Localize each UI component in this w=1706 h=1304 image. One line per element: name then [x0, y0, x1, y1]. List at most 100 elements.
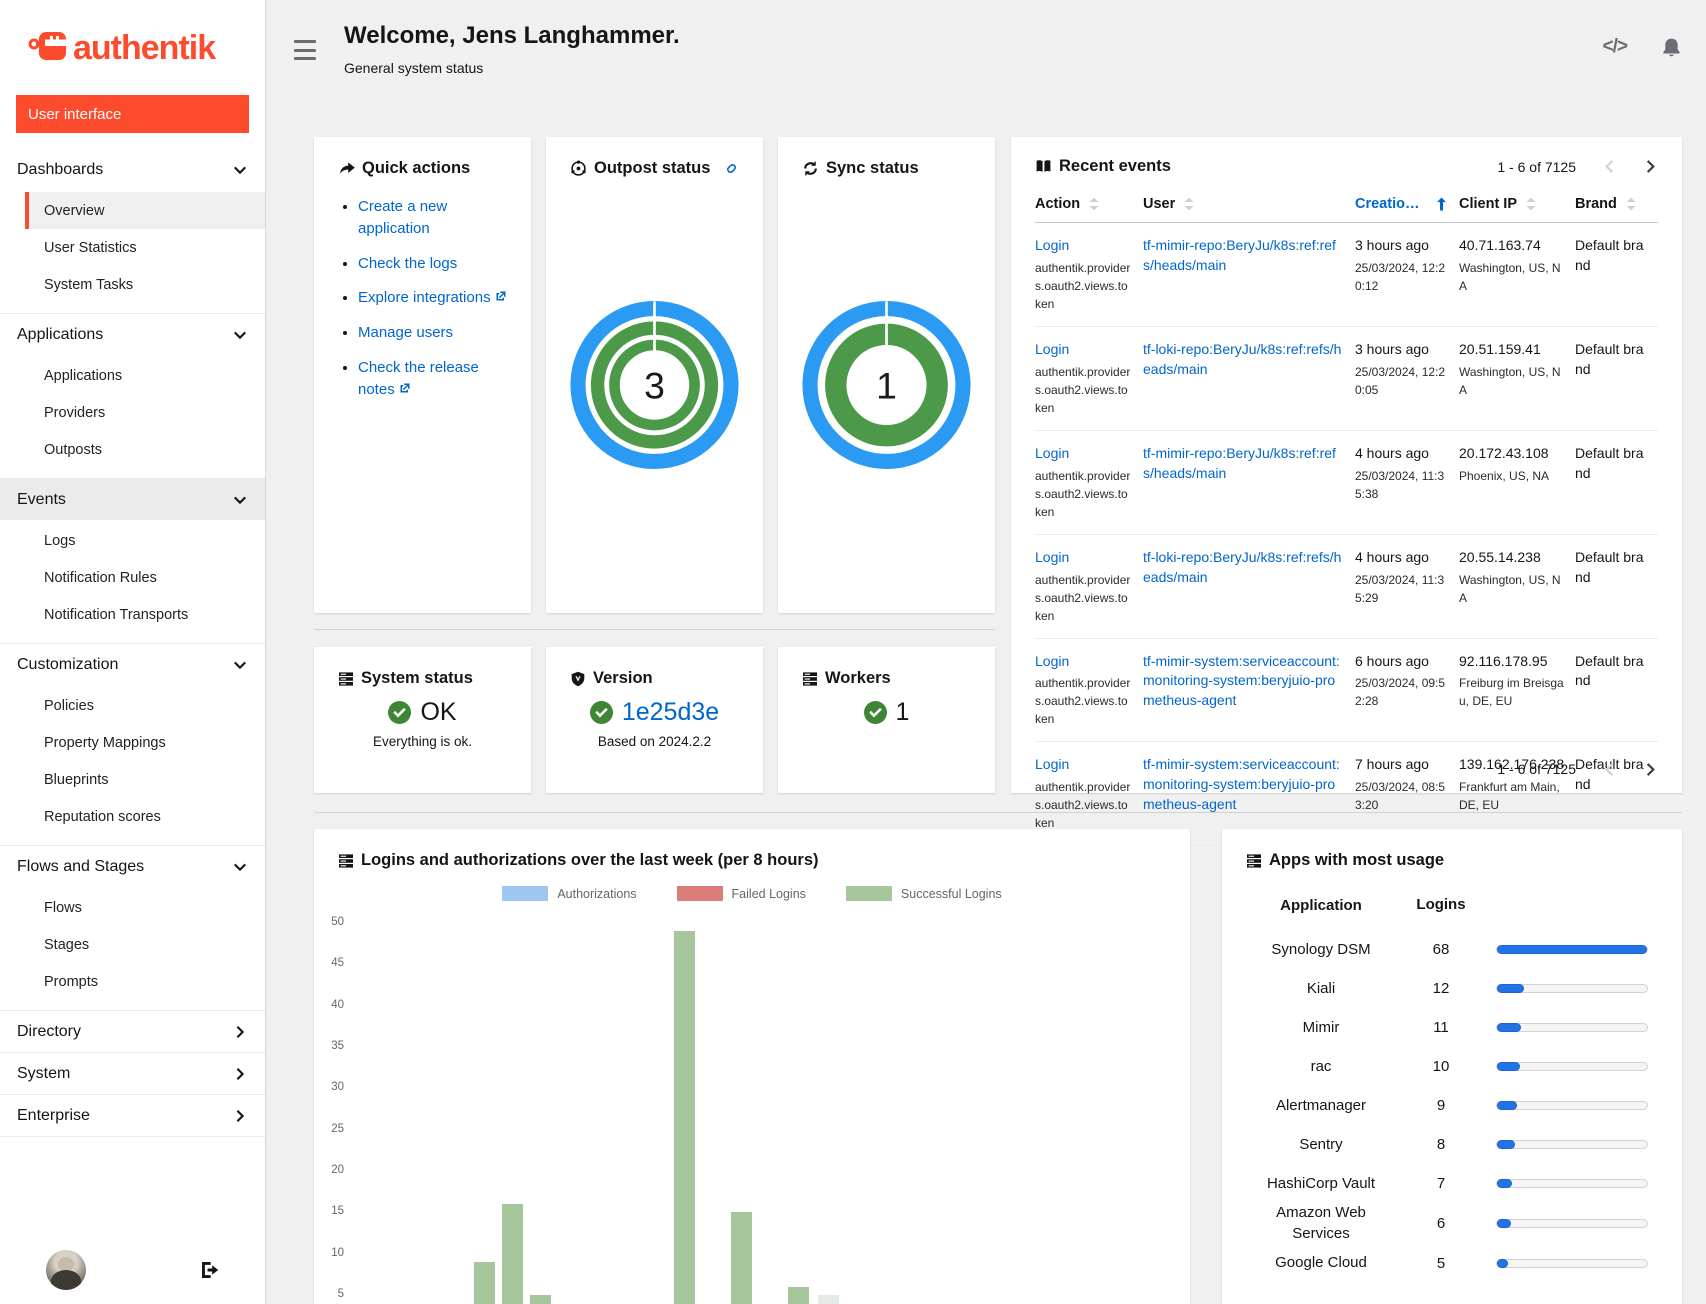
- app-usage-bar: [1486, 1179, 1658, 1188]
- legend-label: Failed Logins: [732, 887, 806, 901]
- event-timestamp: 25/03/2024, 12:20:05: [1355, 363, 1449, 399]
- sidebar-section-header[interactable]: Directory: [0, 1011, 265, 1052]
- events-column-brand[interactable]: Brand: [1575, 182, 1658, 222]
- sync-count: 1: [876, 364, 897, 406]
- column-label: User: [1143, 196, 1175, 212]
- sidebar-section-header[interactable]: Flows and Stages: [0, 846, 265, 887]
- events-column-user[interactable]: User: [1143, 182, 1355, 222]
- event-brand: Default brand: [1575, 237, 1643, 273]
- outpost-link-icon[interactable]: [724, 161, 739, 176]
- event-action-link[interactable]: Login: [1035, 444, 1133, 464]
- bar-successful-logins: [731, 1212, 752, 1304]
- page-header: Welcome, Jens Langhammer. General system…: [344, 22, 680, 76]
- event-user-link[interactable]: tf-mimir-system:serviceaccount:monitorin…: [1143, 756, 1340, 812]
- check-circle-icon: [864, 701, 887, 724]
- user-avatar[interactable]: [46, 1250, 86, 1290]
- event-user-link[interactable]: tf-loki-repo:BeryJu/k8s:ref:refs/heads/m…: [1143, 341, 1341, 377]
- chart-plot-area: [344, 923, 1176, 1304]
- sidebar-item-logs[interactable]: Logs: [0, 522, 265, 559]
- event-user-link[interactable]: tf-mimir-repo:BeryJu/k8s:ref:refs/heads/…: [1143, 237, 1336, 273]
- column-label: Brand: [1575, 196, 1617, 212]
- sidebar-item-notification-rules[interactable]: Notification Rules: [0, 559, 265, 596]
- sidebar-item-notification-transports[interactable]: Notification Transports: [0, 596, 265, 633]
- column-label: Client IP: [1459, 196, 1517, 212]
- sidebar-section-header[interactable]: Dashboards: [0, 149, 265, 190]
- sidebar-item-user-statistics[interactable]: User Statistics: [0, 229, 265, 266]
- app-usage-bar: [1486, 1219, 1658, 1228]
- progress-track: [1496, 1179, 1648, 1188]
- sidebar-section-header[interactable]: System: [0, 1053, 265, 1094]
- api-code-icon[interactable]: </>: [1603, 36, 1627, 58]
- sidebar-section-items: PoliciesProperty MappingsBlueprintsReput…: [0, 685, 265, 845]
- app-usage-row: HashiCorp Vault7: [1246, 1164, 1658, 1203]
- sidebar-item-system-tasks[interactable]: System Tasks: [0, 266, 265, 303]
- authentik-wordmark: authentik: [73, 29, 215, 68]
- outpost-status-title: Outpost status: [594, 159, 710, 178]
- event-user-link[interactable]: tf-mimir-repo:BeryJu/k8s:ref:refs/heads/…: [1143, 445, 1336, 481]
- bar-successful-logins: [788, 1287, 809, 1304]
- app-login-count: 5: [1396, 1255, 1486, 1272]
- pagination-prev-icon[interactable]: [1602, 762, 1617, 777]
- sidebar-section-dashboards: DashboardsOverviewUser StatisticsSystem …: [0, 149, 265, 313]
- sidebar-item-flows[interactable]: Flows: [0, 889, 265, 926]
- events-column-creation-date[interactable]: Creation Date: [1355, 182, 1459, 222]
- event-action-link[interactable]: Login: [1035, 236, 1133, 256]
- sidebar-item-overview[interactable]: Overview: [25, 192, 265, 229]
- quick-action-link[interactable]: Check the logs: [358, 255, 457, 272]
- quick-actions-title: Quick actions: [362, 159, 470, 178]
- quick-action-link[interactable]: Create a new application: [358, 198, 447, 237]
- legend-item: Authorizations: [502, 886, 636, 901]
- event-action-cell: Loginauthentik.providers.oauth2.views.to…: [1035, 639, 1143, 742]
- sidebar-item-prompts[interactable]: Prompts: [0, 963, 265, 1000]
- event-creation-cell: 3 hours ago25/03/2024, 12:20:05: [1355, 327, 1459, 430]
- event-action-link[interactable]: Login: [1035, 652, 1133, 672]
- pagination-range-label: 1 - 6 of 7125: [1497, 761, 1576, 777]
- pagination-prev-icon[interactable]: [1602, 159, 1617, 174]
- event-user-link[interactable]: tf-loki-repo:BeryJu/k8s:ref:refs/heads/m…: [1143, 549, 1341, 585]
- sidebar-item-stages[interactable]: Stages: [0, 926, 265, 963]
- event-user-cell: tf-loki-repo:BeryJu/k8s:ref:refs/heads/m…: [1143, 327, 1355, 430]
- sidebar-item-reputation-scores[interactable]: Reputation scores: [0, 798, 265, 835]
- app-name: Alertmanager: [1246, 1096, 1396, 1116]
- sidebar-section-header[interactable]: Applications: [0, 314, 265, 355]
- chevron-down-icon: [233, 328, 247, 342]
- event-action-cell: Loginauthentik.providers.oauth2.views.to…: [1035, 431, 1143, 534]
- quick-action-item: Check the release notes: [358, 357, 507, 401]
- notification-bell-icon[interactable]: [1661, 37, 1682, 58]
- sidebar-section-header[interactable]: Enterprise: [0, 1095, 265, 1136]
- events-pagination-top: 1 - 6 of 7125: [1497, 159, 1658, 175]
- sync-refresh-icon: [802, 160, 819, 177]
- event-creation-cell: 6 hours ago25/03/2024, 09:52:28: [1355, 639, 1459, 742]
- logout-icon[interactable]: [199, 1259, 221, 1281]
- legend-item: Successful Logins: [846, 886, 1002, 901]
- user-interface-button[interactable]: User interface: [16, 95, 249, 133]
- event-action-link[interactable]: Login: [1035, 755, 1133, 775]
- event-user-link[interactable]: tf-mimir-system:serviceaccount:monitorin…: [1143, 653, 1340, 709]
- progress-fill: [1497, 1219, 1511, 1228]
- event-client-ip: 92.116.178.95: [1459, 652, 1565, 672]
- workers-card: Workers 1: [778, 647, 995, 793]
- sidebar-section-header[interactable]: Customization: [0, 644, 265, 685]
- event-time-ago: 4 hours ago: [1355, 548, 1449, 568]
- pagination-next-icon[interactable]: [1643, 159, 1658, 174]
- quick-action-link[interactable]: Explore integrations: [358, 289, 491, 306]
- sidebar-item-policies[interactable]: Policies: [0, 687, 265, 724]
- sidebar-item-outposts[interactable]: Outposts: [0, 431, 265, 468]
- sidebar-toggle-icon[interactable]: [294, 40, 316, 60]
- pagination-next-icon[interactable]: [1643, 762, 1658, 777]
- quick-action-link[interactable]: Manage users: [358, 324, 453, 341]
- sidebar-item-blueprints[interactable]: Blueprints: [0, 761, 265, 798]
- sidebar-item-providers[interactable]: Providers: [0, 394, 265, 431]
- events-column-action[interactable]: Action: [1035, 182, 1143, 222]
- sidebar-item-applications[interactable]: Applications: [0, 357, 265, 394]
- quick-action-link[interactable]: Check the release notes: [358, 359, 479, 398]
- book-icon: [1035, 158, 1052, 175]
- events-column-client-ip[interactable]: Client IP: [1459, 182, 1575, 222]
- event-brand-cell: Default brand: [1575, 431, 1658, 534]
- y-tick-label: 45: [316, 957, 344, 969]
- sidebar-section-header[interactable]: Events: [0, 479, 265, 520]
- sidebar-item-property-mappings[interactable]: Property Mappings: [0, 724, 265, 761]
- event-action-link[interactable]: Login: [1035, 548, 1133, 568]
- event-action-link[interactable]: Login: [1035, 340, 1133, 360]
- version-value-link[interactable]: 1e25d3e: [622, 698, 719, 727]
